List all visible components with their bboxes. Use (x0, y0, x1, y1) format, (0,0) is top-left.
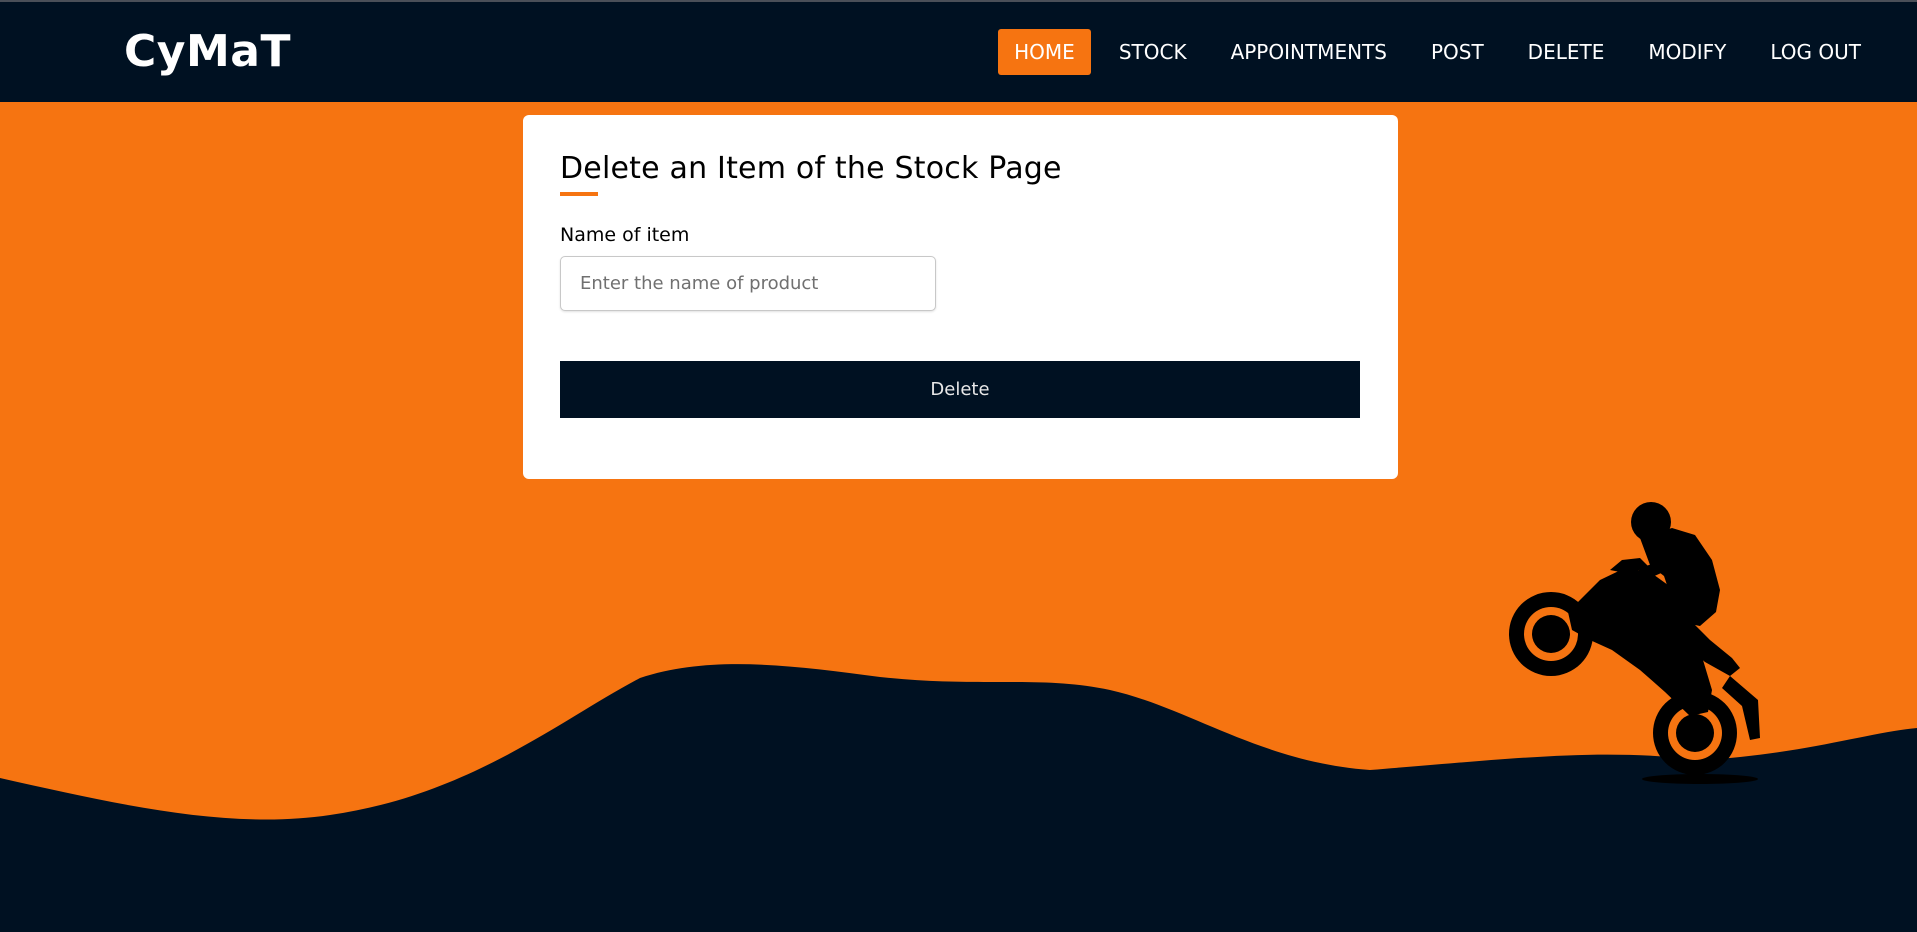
nav-item-logout[interactable]: LOG OUT (1754, 29, 1877, 75)
window-top-border (0, 0, 1917, 2)
item-name-input[interactable] (560, 256, 936, 311)
delete-button[interactable]: Delete (560, 361, 1360, 418)
dark-hills (0, 664, 1917, 932)
delete-item-card: Delete an Item of the Stock Page Name of… (523, 115, 1398, 479)
page-title: Delete an Item of the Stock Page (560, 151, 1062, 186)
nav-item-stock[interactable]: STOCK (1103, 29, 1203, 75)
nav-item-home[interactable]: HOME (998, 29, 1091, 75)
brand-logo[interactable]: CyMaT (124, 26, 291, 77)
nav-item-appointments[interactable]: APPOINTMENTS (1215, 29, 1403, 75)
nav-item-modify[interactable]: MODIFY (1632, 29, 1742, 75)
nav-item-delete[interactable]: DELETE (1512, 29, 1621, 75)
title-underline (560, 192, 598, 196)
nav-menu: HOME STOCK APPOINTMENTS POST DELETE MODI… (986, 29, 1877, 75)
name-of-item-label: Name of item (560, 224, 690, 246)
navbar: CyMaT HOME STOCK APPOINTMENTS POST DELET… (0, 2, 1917, 102)
nav-item-post[interactable]: POST (1415, 29, 1500, 75)
motorcycle-rider-icon (1509, 502, 1760, 784)
